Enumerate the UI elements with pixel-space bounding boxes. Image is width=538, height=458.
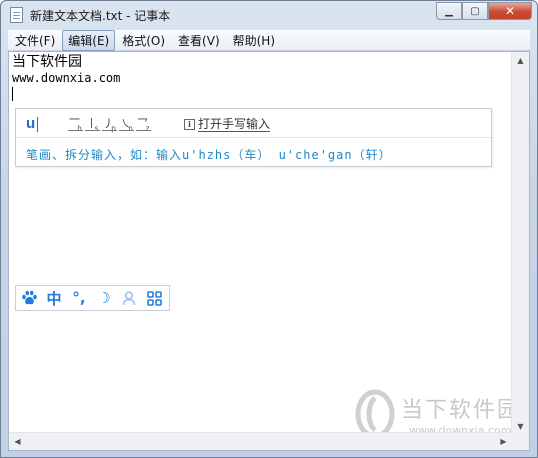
handwriting-label: 打开手写输入 [198, 117, 271, 132]
punctuation-icon[interactable]: °, [70, 289, 88, 307]
document-text[interactable]: 当下软件园 www.downxia.com [12, 54, 120, 101]
menu-format[interactable]: 格式(O) [116, 30, 171, 51]
title-bar[interactable]: 新建文本文档.txt - 记事本 ▁ ▢ ✕ [1, 1, 537, 29]
scroll-left-icon[interactable]: ◀ [9, 433, 26, 450]
scroll-up-icon[interactable]: ▲ [512, 52, 529, 69]
moon-icon[interactable]: ☽ [95, 289, 113, 307]
ime-hint-text: 笔画、拆分输入，如：输入u'hzhs（车） u'che'gan（轩） [26, 148, 392, 162]
stroke-letter: n [128, 124, 133, 133]
close-button[interactable]: ✕ [488, 2, 532, 20]
ime-cursor [37, 117, 38, 132]
stroke-letter: h [77, 124, 82, 133]
menu-help[interactable]: 帮助(H) [227, 30, 281, 51]
grid-icon[interactable] [145, 289, 163, 307]
stroke-key-z[interactable]: 乛 z [136, 117, 151, 133]
ime-toolbar: 中 °, ☽ [15, 285, 170, 311]
document-line: 当下软件园 [12, 54, 82, 70]
notepad-window: 新建文本文档.txt - 记事本 ▁ ▢ ✕ 文件(F) 编辑(E) 格式(O)… [0, 0, 538, 458]
ime-divider [16, 137, 491, 138]
info-icon: i [184, 119, 195, 130]
user-icon[interactable] [120, 289, 138, 307]
stroke-letter: z [145, 124, 150, 133]
handwriting-link[interactable]: i 打开手写输入 [184, 117, 271, 132]
vertical-scrollbar[interactable]: ▲ ▼ [511, 52, 529, 435]
stroke-key-s[interactable]: 丨 s [85, 117, 100, 133]
menu-file[interactable]: 文件(F) [9, 30, 61, 51]
stroke-letter: p [111, 124, 116, 133]
scroll-right-icon[interactable]: ▶ [495, 433, 512, 450]
chinese-mode-icon[interactable]: 中 [45, 289, 63, 308]
stroke-key-p[interactable]: 丿 p [102, 117, 117, 133]
paw-icon[interactable] [20, 289, 38, 307]
stroke-key-n[interactable]: ㇏ n [119, 117, 134, 133]
window-controls: ▁ ▢ ✕ [436, 2, 532, 20]
maximize-button[interactable]: ▢ [462, 2, 488, 20]
minimize-button[interactable]: ▁ [436, 2, 462, 20]
stroke-letter: s [94, 124, 99, 133]
window-title: 新建文本文档.txt - 记事本 [30, 9, 171, 23]
horizontal-scrollbar[interactable]: ◀ ▶ [9, 432, 512, 450]
document-line: www.downxia.com [12, 71, 121, 85]
watermark-name: 当下软件园 [401, 398, 522, 423]
menu-view[interactable]: 查看(V) [172, 30, 226, 51]
menu-edit[interactable]: 编辑(E) [62, 29, 116, 51]
text-caret [12, 87, 13, 101]
ime-candidate-window: u 一 h 丨 s 丿 p ㇏ n 乛 z i 打开手写输入 笔画、拆分输入，如… [15, 108, 492, 167]
stroke-key-h[interactable]: 一 h [68, 113, 83, 133]
notepad-icon[interactable] [10, 7, 23, 23]
menu-bar: 文件(F) 编辑(E) 格式(O) 查看(V) 帮助(H) [8, 29, 530, 51]
ime-composition-text: u [26, 115, 36, 132]
stroke-key-list: 一 h 丨 s 丿 p ㇏ n 乛 z [68, 113, 151, 133]
text-editor-area[interactable]: 当下软件园 www.downxia.com u 一 h 丨 s 丿 p ㇏ n … [8, 51, 530, 451]
size-grip[interactable] [512, 433, 529, 450]
